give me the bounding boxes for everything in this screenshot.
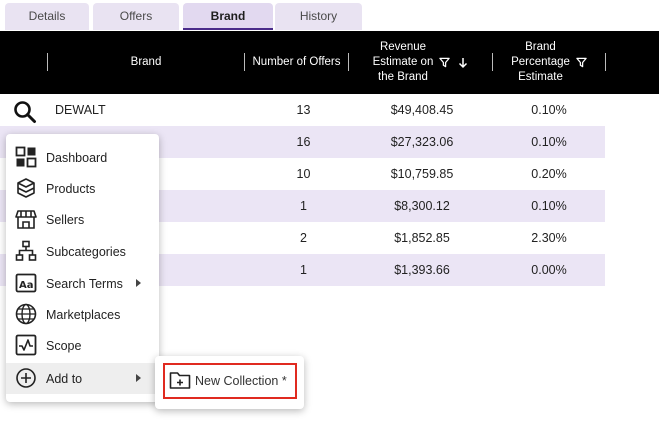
pulse-icon [15, 334, 37, 356]
header-line: the Brand [378, 71, 428, 83]
chevron-right-icon [136, 279, 141, 287]
cell-percentage: 0.20% [531, 167, 567, 181]
cell-offers: 1 [300, 263, 307, 277]
menu-item-label: Subcategories [46, 244, 126, 259]
tab-bar: Details Offers Brand Coverage History [0, 3, 659, 50]
cell-offers: 1 [300, 199, 307, 213]
column-header-percentage[interactable]: Brand Percentage Estimate [493, 31, 605, 94]
table-header: Brand Number of Offers Revenue Estimate … [0, 31, 659, 94]
globe-icon [15, 303, 37, 325]
cell-percentage: 0.10% [531, 199, 567, 213]
menu-item-dashboard[interactable]: Dashboard [6, 142, 159, 173]
dashboard-icon [15, 146, 37, 168]
cell-percentage: 0.10% [531, 103, 567, 117]
column-header-label: Revenue Estimate on the Brand [373, 40, 434, 85]
cell-revenue: $1,393.66 [394, 263, 450, 277]
menu-item-label: Scope [46, 338, 82, 353]
cell-revenue: $8,300.12 [394, 199, 450, 213]
header-line: Brand [525, 41, 556, 53]
chevron-right-icon [136, 374, 141, 382]
filter-icon[interactable] [439, 57, 451, 68]
cell-brand: DEWALT [55, 103, 106, 117]
menu-item-label: New Collection * [195, 374, 287, 388]
header-line: Revenue [379, 41, 427, 53]
menu-item-subcategories[interactable]: Subcategories [6, 236, 159, 267]
menu-item-new-collection[interactable]: New Collection * [163, 363, 297, 399]
table-row[interactable]: DEWALT 13 $49,408.45 0.10% [0, 94, 605, 126]
menu-item-label: Products [46, 181, 96, 196]
sort-descending-icon[interactable] [458, 57, 468, 69]
cell-revenue: $1,852.85 [394, 231, 450, 245]
menu-item-label: Marketplaces [46, 307, 121, 322]
column-header-revenue[interactable]: Revenue Estimate on the Brand [349, 31, 492, 94]
tab-details[interactable]: Details [5, 3, 89, 30]
cell-offers: 2 [300, 231, 307, 245]
folder-plus-icon [169, 370, 191, 390]
cell-revenue: $10,759.85 [390, 167, 454, 181]
cell-percentage: 0.00% [531, 263, 567, 277]
header-line: Estimate on [372, 56, 434, 68]
search-icon[interactable] [12, 99, 38, 125]
header-line: Estimate [518, 71, 563, 83]
menu-item-marketplaces[interactable]: Marketplaces [6, 299, 159, 330]
column-header-offers[interactable]: Number of Offers [245, 31, 348, 94]
cell-percentage: 2.30% [531, 231, 567, 245]
svg-text:Aa: Aa [19, 280, 34, 291]
column-divider[interactable] [605, 53, 606, 71]
context-menu: Dashboard Products Sellers Subcategories… [6, 134, 159, 402]
cell-offers: 13 [296, 103, 311, 117]
column-header-label: Brand [130, 56, 162, 68]
tab-offers[interactable]: Offers [93, 3, 179, 30]
tab-history[interactable]: History [275, 3, 362, 30]
column-header-label: Number of Offers [252, 56, 341, 68]
menu-item-scope[interactable]: Scope [6, 330, 159, 361]
filter-icon[interactable] [576, 57, 587, 68]
menu-item-search-terms[interactable]: Aa Search Terms [6, 268, 159, 299]
menu-item-products[interactable]: Products [6, 173, 159, 204]
cell-revenue: $27,323.06 [390, 135, 454, 149]
box-icon [15, 177, 37, 199]
menu-item-label: Sellers [46, 212, 85, 227]
cell-offers: 10 [296, 167, 311, 181]
text-icon: Aa [15, 272, 37, 294]
hierarchy-icon [15, 240, 37, 262]
header-line: Percentage [511, 56, 570, 68]
menu-item-label: Add to [46, 371, 83, 386]
menu-item-label: Search Terms [46, 276, 123, 291]
tab-brand-coverage[interactable]: Brand Coverage [183, 3, 273, 50]
menu-item-sellers[interactable]: Sellers [6, 204, 159, 235]
storefront-icon [15, 208, 37, 230]
column-header-brand[interactable]: Brand [48, 31, 244, 94]
column-header-label: Brand Percentage Estimate [511, 40, 570, 85]
plus-circle-icon [15, 367, 37, 389]
cell-revenue: $49,408.45 [390, 103, 454, 117]
menu-item-label: Dashboard [46, 150, 108, 165]
add-to-submenu: New Collection * [155, 356, 304, 409]
menu-item-add-to[interactable]: Add to [6, 363, 159, 394]
cell-percentage: 0.10% [531, 135, 567, 149]
cell-offers: 16 [296, 135, 311, 149]
